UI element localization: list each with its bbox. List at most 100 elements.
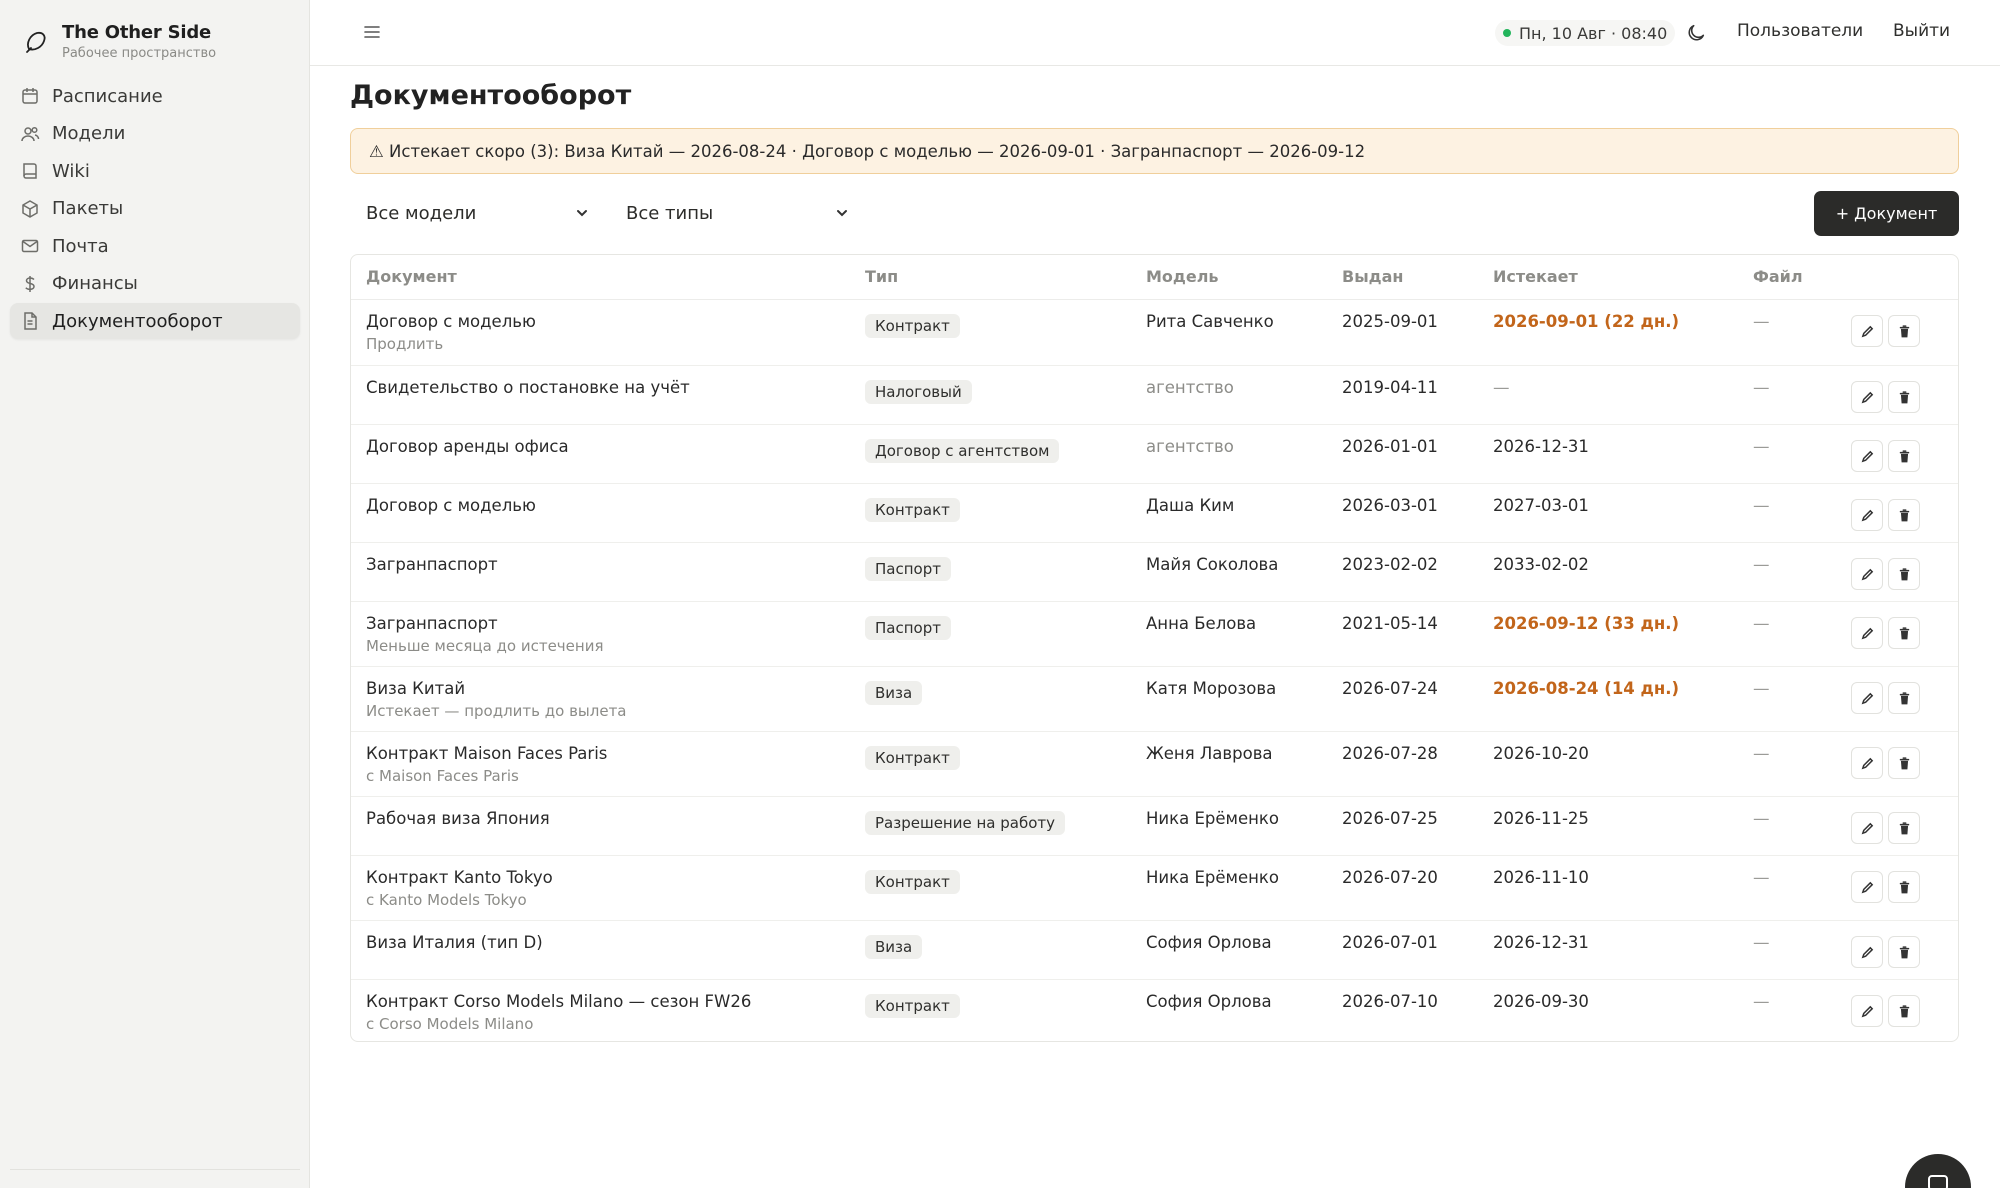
edit-button[interactable] bbox=[1851, 440, 1883, 472]
type-badge: Контракт bbox=[865, 314, 960, 338]
document-name: Договор с моделью bbox=[366, 312, 536, 331]
expires-date: 2026-09-01 (22 дн.) bbox=[1493, 312, 1680, 331]
pencil-icon bbox=[1860, 821, 1875, 836]
model-name: Рита Савченко bbox=[1146, 312, 1274, 331]
document-name: Контракт Corso Models Milano — сезон FW2… bbox=[366, 992, 752, 1011]
type-badge: Договор с агентством bbox=[865, 439, 1060, 463]
delete-button[interactable] bbox=[1888, 995, 1920, 1027]
document-note: с Maison Faces Paris bbox=[366, 767, 519, 785]
table-row[interactable]: Договор с моделью Контракт Даша Ким 2026-03… bbox=[351, 483, 1958, 542]
table-row[interactable]: Загранпаспорт Меньше месяца до истечения П… bbox=[351, 601, 1958, 666]
column-header-type[interactable]: Тип bbox=[865, 267, 898, 286]
delete-button[interactable] bbox=[1888, 747, 1920, 779]
delete-button[interactable] bbox=[1888, 871, 1920, 903]
trash-icon bbox=[1897, 1004, 1912, 1019]
page-title: Документооборот bbox=[350, 80, 632, 111]
chat-button[interactable] bbox=[1905, 1154, 1971, 1188]
expires-date: 2033-02-02 bbox=[1493, 555, 1589, 574]
moon-icon[interactable] bbox=[1685, 22, 1707, 44]
delete-button[interactable] bbox=[1888, 812, 1920, 844]
edit-button[interactable] bbox=[1851, 381, 1883, 413]
sidebar-item-finance[interactable]: Финансы bbox=[10, 266, 300, 302]
brand[interactable]: The Other Side Рабочее пространство bbox=[22, 22, 216, 61]
delete-button[interactable] bbox=[1888, 381, 1920, 413]
add-document-button[interactable]: + Документ bbox=[1814, 191, 1959, 236]
sidebar-item-models[interactable]: Модели bbox=[10, 116, 300, 152]
table-row[interactable]: Загранпаспорт Паспорт Майя Соколова 2023-02… bbox=[351, 542, 1958, 601]
document-icon bbox=[24, 312, 37, 330]
expires-date: 2026-10-20 bbox=[1493, 744, 1589, 763]
edit-button[interactable] bbox=[1851, 747, 1883, 779]
brand-name: The Other Side bbox=[62, 22, 212, 43]
topbar: Пн, 10 Авг · 08:40 Пользователи Выйти bbox=[310, 0, 2000, 66]
issued-date: 2026-03-01 bbox=[1342, 496, 1438, 515]
edit-button[interactable] bbox=[1851, 871, 1883, 903]
expires-date: 2026-12-31 bbox=[1493, 933, 1589, 952]
issued-date: 2026-07-25 bbox=[1342, 809, 1438, 828]
model-name: Даша Ким bbox=[1146, 496, 1235, 515]
expires-date: 2026-11-10 bbox=[1493, 868, 1589, 887]
delete-button[interactable] bbox=[1888, 682, 1920, 714]
column-header-issued[interactable]: Выдан bbox=[1342, 267, 1403, 286]
delete-button[interactable] bbox=[1888, 936, 1920, 968]
document-note: с Corso Models Milano bbox=[366, 1015, 534, 1033]
document-note: Истекает — продлить до вылета bbox=[366, 702, 627, 720]
pencil-icon bbox=[1860, 508, 1875, 523]
delete-button[interactable] bbox=[1888, 440, 1920, 472]
document-name: Рабочая виза Япония bbox=[366, 809, 550, 828]
document-note: с Kanto Models Tokyo bbox=[366, 891, 527, 909]
column-header-model[interactable]: Модель bbox=[1146, 267, 1219, 286]
sidebar-item-packages[interactable]: Пакеты bbox=[10, 191, 300, 227]
table-row[interactable]: Контракт Kanto Tokyo с Kanto Models Tokyo… bbox=[351, 855, 1958, 920]
delete-button[interactable] bbox=[1888, 558, 1920, 590]
file-value: — bbox=[1753, 809, 1770, 828]
document-name: Контракт Maison Faces Paris bbox=[366, 744, 608, 763]
sidebar-item-label: Финансы bbox=[52, 273, 138, 294]
table-row[interactable]: Рабочая виза Япония Разрешение на работу Н… bbox=[351, 796, 1958, 855]
table-row[interactable]: Контракт Corso Models Milano — сезон FW2… bbox=[351, 979, 1958, 1041]
model-filter-select[interactable]: Все модели bbox=[350, 198, 590, 228]
delete-button[interactable] bbox=[1888, 499, 1920, 531]
sidebar-divider bbox=[10, 1169, 300, 1170]
table-row[interactable]: Договор с моделью Продлить Контракт Рита Са… bbox=[351, 300, 1958, 365]
table-row[interactable]: Виза Италия (тип D) Виза София Орлова 2026-… bbox=[351, 920, 1958, 979]
expiry-alert: ⚠ Истекает скоро (3): Виза Китай — 2026-… bbox=[350, 128, 1959, 174]
users-link[interactable]: Пользователи bbox=[1737, 21, 1863, 41]
expires-date: 2026-09-12 (33 дн.) bbox=[1493, 614, 1680, 633]
table-row[interactable]: Виза Китай Истекает — продлить до вылета В… bbox=[351, 666, 1958, 731]
edit-button[interactable] bbox=[1851, 936, 1883, 968]
logout-link[interactable]: Выйти bbox=[1893, 21, 1950, 41]
column-header-expires[interactable]: Истекает bbox=[1493, 267, 1578, 286]
column-header-document[interactable]: Документ bbox=[366, 267, 457, 286]
document-name: Виза Китай bbox=[366, 679, 466, 698]
trash-icon bbox=[1897, 945, 1912, 960]
edit-button[interactable] bbox=[1851, 499, 1883, 531]
expires-date: 2026-09-30 bbox=[1493, 992, 1589, 1011]
edit-button[interactable] bbox=[1851, 682, 1883, 714]
expires-date: 2027-03-01 bbox=[1493, 496, 1589, 515]
document-name: Договор с моделью bbox=[366, 496, 536, 515]
chevron-down-icon bbox=[577, 210, 587, 217]
sidebar-item-mail[interactable]: Почта bbox=[10, 228, 300, 264]
edit-button[interactable] bbox=[1851, 617, 1883, 649]
edit-button[interactable] bbox=[1851, 995, 1883, 1027]
table-row[interactable]: Свидетельство о постановке на учёт Налого… bbox=[351, 365, 1958, 424]
delete-button[interactable] bbox=[1888, 315, 1920, 347]
pencil-icon bbox=[1860, 449, 1875, 464]
table-row[interactable]: Контракт Maison Faces Paris с Maison Face… bbox=[351, 731, 1958, 796]
delete-button[interactable] bbox=[1888, 617, 1920, 649]
trash-icon bbox=[1897, 449, 1912, 464]
type-filter-select[interactable]: Все типы bbox=[610, 198, 850, 228]
type-badge: Паспорт bbox=[865, 557, 951, 581]
menu-icon[interactable] bbox=[360, 20, 384, 44]
trash-icon bbox=[1897, 691, 1912, 706]
sidebar-item-wiki[interactable]: Wiki bbox=[10, 153, 300, 189]
column-header-file[interactable]: Файл bbox=[1753, 267, 1803, 286]
edit-button[interactable] bbox=[1851, 812, 1883, 844]
edit-button[interactable] bbox=[1851, 315, 1883, 347]
book-icon bbox=[23, 163, 37, 179]
sidebar-item-documents[interactable]: Документооборот bbox=[10, 303, 300, 339]
sidebar-item-schedule[interactable]: Расписание bbox=[10, 78, 300, 114]
edit-button[interactable] bbox=[1851, 558, 1883, 590]
table-row[interactable]: Договор аренды офиса Договор с агентством… bbox=[351, 424, 1958, 483]
